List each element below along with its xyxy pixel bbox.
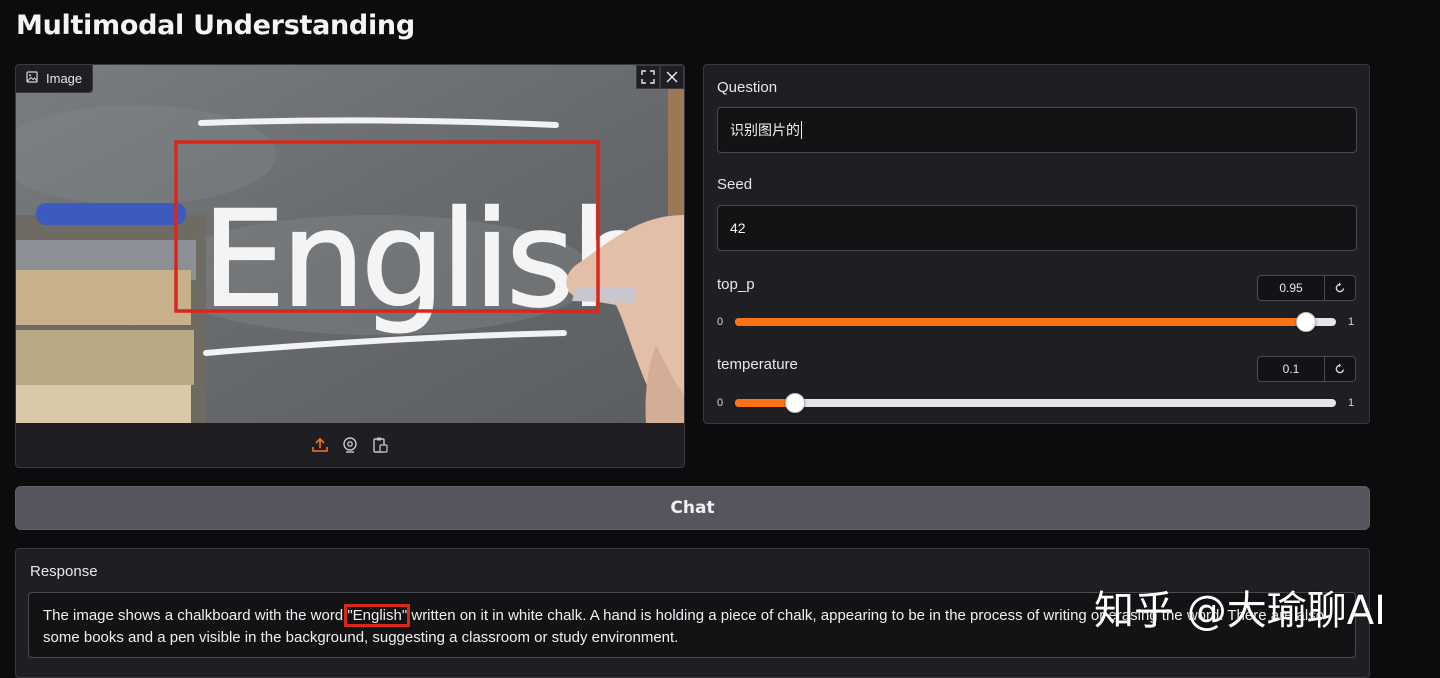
top-p-slider-fill [735, 318, 1306, 326]
temperature-slider[interactable] [735, 393, 1336, 413]
image-icon [26, 71, 38, 86]
clipboard-icon[interactable] [371, 436, 389, 454]
temperature-slider-thumb[interactable] [785, 393, 806, 413]
top-p-slider[interactable] [735, 312, 1336, 332]
watermark: 知乎 @大瑜聊AI [1094, 588, 1386, 634]
uploaded-image: English [16, 65, 684, 423]
response-highlight: "English" [344, 604, 411, 627]
chalkboard-photo: English [16, 65, 684, 423]
page-title: Multimodal Understanding [16, 10, 415, 41]
top-p-reset-button[interactable] [1325, 275, 1356, 301]
question-input[interactable]: 识别图片的 [717, 107, 1357, 153]
temperature-label: temperature [717, 356, 798, 373]
question-label: Question [717, 79, 778, 96]
image-source-selector [16, 423, 684, 467]
seed-label: Seed [717, 176, 753, 193]
temperature-max: 1 [1348, 397, 1355, 409]
temperature-min: 0 [717, 397, 724, 409]
top-p-number-value: 0.95 [1279, 281, 1303, 295]
image-label-tab: Image [16, 65, 94, 93]
reset-icon [1335, 363, 1345, 374]
chat-button[interactable]: Chat [15, 486, 1370, 530]
temperature-reset-button[interactable] [1325, 356, 1356, 382]
temperature-number-input[interactable]: 0.1 [1257, 356, 1325, 382]
temperature-number-value: 0.1 [1282, 362, 1300, 376]
top-p-number-input[interactable]: 0.95 [1257, 275, 1325, 301]
response-label: Response [30, 563, 98, 580]
reset-icon [1335, 282, 1345, 293]
image-toolbar [636, 65, 684, 89]
fullscreen-icon[interactable] [636, 65, 660, 89]
image-upload-panel[interactable]: English Image [15, 64, 685, 468]
top-p-slider-thumb[interactable] [1295, 312, 1316, 332]
text-cursor [801, 121, 802, 139]
image-label-text: Image [46, 71, 83, 86]
top-p-min: 0 [717, 316, 724, 328]
seed-value: 42 [730, 220, 746, 236]
webcam-icon[interactable] [341, 436, 359, 454]
top-p-label: top_p [717, 276, 755, 293]
top-p-max: 1 [1348, 316, 1355, 328]
close-icon[interactable] [660, 65, 684, 89]
seed-input[interactable]: 42 [717, 205, 1357, 251]
upload-icon[interactable] [311, 436, 329, 454]
question-value: 识别图片的 [730, 122, 800, 138]
parameters-panel: Question 识别图片的 Seed 42 top_p 0.95 0 1 te… [703, 64, 1370, 424]
response-text-before: The image shows a chalkboard with the wo… [43, 607, 348, 624]
